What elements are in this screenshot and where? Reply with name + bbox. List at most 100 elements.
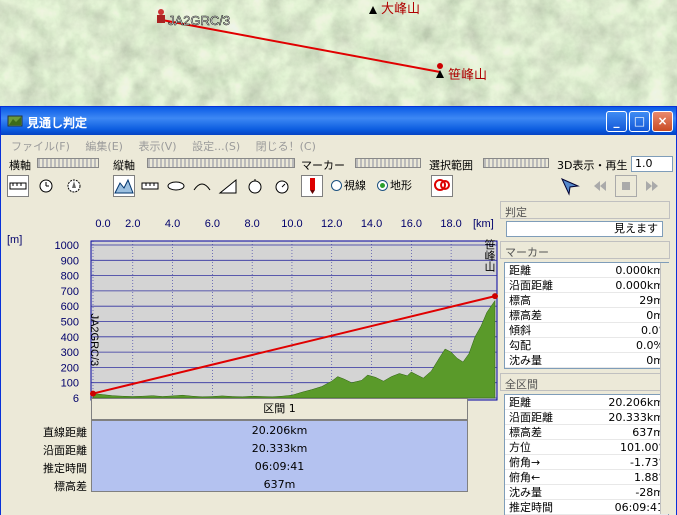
line-of-sight-radio[interactable]: 視線 (331, 177, 366, 193)
all-section-info-value: -1.73° (630, 456, 664, 469)
vertical-axis-label: 縦軸 (113, 159, 135, 172)
end-marker-icon[interactable] (492, 293, 498, 300)
horizontal-axis-toolbar: 横軸 (5, 155, 105, 199)
marker-info-label: 距離 (509, 264, 531, 277)
estimated-time-value: 06:09:41 (254, 460, 305, 473)
radio-selected-icon (377, 180, 388, 191)
forward-icon[interactable] (641, 175, 663, 197)
section-header[interactable]: 区間 1 (91, 398, 468, 420)
profile-chart[interactable]: 100090080070060050040030020010060.0 2.0 4.… (1, 202, 498, 405)
3d-flight-icon[interactable] (559, 175, 581, 197)
marker-info-row: 標高 29m (505, 293, 668, 308)
marker-label: マーカー (301, 159, 345, 172)
x-tick-label: 6.0 (205, 218, 220, 230)
terrain-radio[interactable]: 地形 (377, 177, 412, 193)
end-point-label: 笹峰山 (483, 239, 496, 272)
compass-icon[interactable] (63, 175, 85, 197)
marker-toolbar: マーカー 視線 地形 (299, 155, 427, 199)
marker-info-list: 距離 0.000km 沿面距離 0.000km 標高 29m 標高差 0m 傾斜 0.0° 勾配 0.… (504, 262, 669, 369)
y-tick-label: 200 (61, 362, 79, 374)
marker-info-label: 標高差 (509, 309, 542, 322)
line-of-sight-window: 見通し判定 _ □ × ファイル(F) 編集(E) 表示(V) 設定...(S)… (0, 106, 677, 515)
all-section-info-row: 標高差 637m (505, 425, 668, 440)
menu-bar: ファイル(F) 編集(E) 表示(V) 設定...(S) 閉じる！(C) (5, 135, 673, 155)
toolbar-grip[interactable] (37, 158, 99, 168)
section-marker-icon[interactable] (431, 175, 453, 197)
y-unit-label: [m] (7, 234, 22, 246)
y-tick-label: 100 (61, 378, 79, 390)
marker-info-label: 標高 (509, 294, 531, 307)
all-section-info-label: 距離 (509, 396, 531, 409)
map-view[interactable]: JA2GRC/3 笹峰山 大峰山 (0, 0, 677, 110)
all-section-info-list: 距離 20.206km 沿面距離 20.333km 標高差 637m 方位 101.00° 俯角… (504, 394, 669, 515)
window-title: 見通し判定 (27, 116, 88, 130)
y-tick-label: 900 (61, 255, 79, 267)
side-scrollbar[interactable] (660, 263, 670, 514)
y-tick-label: 600 (61, 301, 79, 313)
all-section-info-row: 距離 20.206km (505, 395, 668, 410)
x-tick-label: 10.0 (281, 218, 302, 230)
all-section-title: 全区間 (500, 373, 670, 391)
elevation-diff-value: 637m (263, 478, 296, 491)
marker-info-label: 勾配 (509, 339, 531, 352)
menu-edit[interactable]: 編集(E) (79, 135, 129, 157)
stopwatch-icon[interactable] (271, 175, 293, 197)
view3d-label: 3D表示・再生 (557, 159, 628, 172)
selection-range-label: 選択範囲 (429, 159, 473, 172)
selection-range-toolbar: 選択範囲 (429, 155, 554, 199)
app-icon (7, 115, 23, 127)
straight-distance-value: 20.206km (251, 424, 308, 437)
menu-close[interactable]: 閉じる！(C) (250, 135, 322, 157)
surface-distance-label: 沿面距離 (43, 444, 87, 457)
minimize-button[interactable]: _ (606, 111, 627, 132)
terrain-profile-icon[interactable] (113, 175, 135, 197)
all-section-info-label: 俯角← (509, 471, 541, 484)
title-bar[interactable]: 見通し判定 _ □ × (1, 107, 676, 135)
terrain-radio-label: 地形 (390, 179, 412, 192)
marker-pen-icon[interactable] (301, 175, 323, 197)
maximize-button[interactable]: □ (629, 111, 650, 132)
profile-chart-panel: 1000 900 800 700 600 500 400 300 200 100 6 0.0 2.0 4.… (1, 202, 498, 515)
section-table: 区間 1 直線距離 20.206km 沿面距離 20.333km 推定時間 06… (1, 398, 498, 515)
map-peak-label: 大峰山 (381, 1, 420, 16)
all-section-info-label: 標高差 (509, 426, 542, 439)
rewind-icon[interactable] (589, 175, 611, 197)
y-tick-label: 500 (61, 317, 79, 329)
marker-info-value: 0.000km (615, 279, 664, 292)
clock-icon[interactable] (35, 175, 57, 197)
horizontal-axis-label: 横軸 (9, 159, 31, 172)
straight-distance-label: 直線距離 (43, 426, 87, 439)
all-section-info-label: 沈み量 (509, 486, 542, 499)
ruler-vertical-icon[interactable] (139, 175, 161, 197)
speed-select[interactable]: 1.0 (631, 156, 673, 172)
all-section-info-value: 20.333km (608, 411, 664, 424)
close-button[interactable]: × (652, 111, 673, 132)
y-tick-label: 1000 (55, 240, 79, 252)
all-section-info-row: 沿面距離 20.333km (505, 410, 668, 425)
marker-info-label: 沈み量 (509, 354, 542, 367)
judgement-result: 見えます (506, 221, 663, 237)
start-person-icon[interactable] (157, 9, 165, 23)
y-tick-label: 300 (61, 347, 79, 359)
toolbar-grip[interactable] (355, 158, 421, 168)
start-marker-icon[interactable] (90, 390, 96, 397)
curve-icon[interactable] (191, 175, 213, 197)
pill-icon[interactable] (165, 175, 187, 197)
ruler-icon[interactable] (7, 175, 29, 197)
stop-icon[interactable] (615, 175, 637, 197)
line-of-sight-radio-label: 視線 (344, 179, 366, 192)
x-tick-label: 14.0 (361, 218, 382, 230)
all-section-info-label: 方位 (509, 441, 531, 454)
toolbar-grip[interactable] (147, 158, 295, 168)
timer-icon[interactable] (245, 175, 267, 197)
map-start-label: JA2GRC/3 (168, 13, 230, 28)
start-point-label: JA2GRC/3 (88, 314, 100, 367)
menu-settings[interactable]: 設定...(S) (186, 135, 246, 157)
menu-view[interactable]: 表示(V) (132, 135, 182, 157)
toolbar-grip[interactable] (483, 158, 549, 168)
info-side-panel: 判定 見えます マーカー 距離 0.000km 沿面距離 0.000km 標高 29m 標高… (500, 199, 672, 515)
all-section-info-value: 06:09:41 (614, 501, 664, 514)
slope-icon[interactable] (217, 175, 239, 197)
menu-file[interactable]: ファイル(F) (5, 135, 76, 157)
marker-info-label: 沿面距離 (509, 279, 553, 292)
